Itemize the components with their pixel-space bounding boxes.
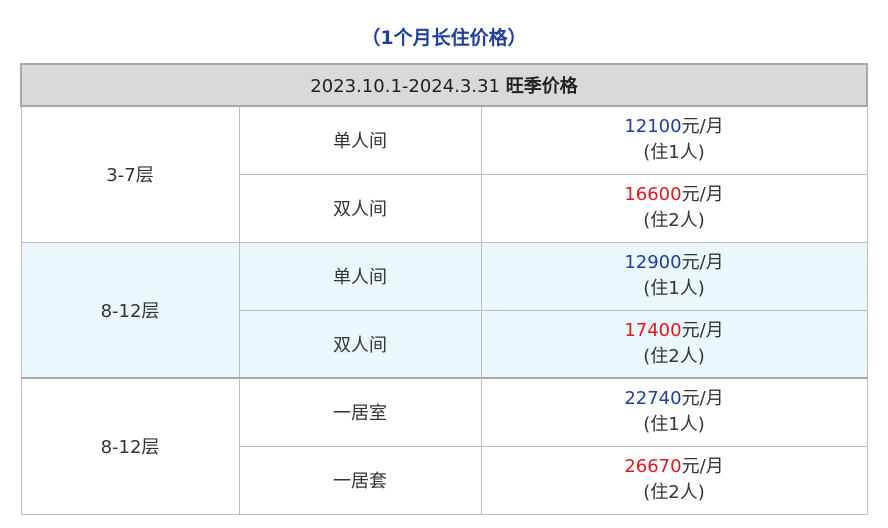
season-period: 2023.10.1-2024.3.31	[310, 76, 500, 97]
price-value: 26670	[624, 456, 682, 477]
table-row: 8-12层 一居室 22740元/月 (住1人)	[20, 377, 868, 515]
price-line: 12100元/月	[482, 114, 867, 140]
season-label: 旺季价格	[505, 76, 578, 97]
room-type-cell: 一居室	[238, 377, 482, 447]
occupancy-label: (住1人)	[643, 414, 705, 436]
room-type-cell: 一居套	[238, 445, 482, 515]
price-unit: 元/月	[681, 116, 724, 138]
price-unit: 元/月	[681, 388, 724, 410]
price-line: 26670元/月	[482, 454, 867, 480]
table-row: 3-7层 单人间 12100元/月 (住1人)	[20, 105, 868, 243]
price-unit: 元/月	[681, 456, 724, 477]
floor-cell: 8-12层	[20, 241, 240, 379]
occupancy-label: (住2人)	[643, 482, 705, 503]
price-line: 17400元/月	[482, 318, 867, 344]
price-value: 16600	[624, 184, 682, 205]
price-value: 12900	[624, 252, 682, 273]
price-cell: 26670元/月 (住2人)	[480, 445, 868, 515]
occupancy-label: (住2人)	[643, 345, 705, 367]
price-unit: 元/月	[681, 184, 724, 205]
price-table: 2023.10.1-2024.3.31 旺季价格 3-7层 单人间 12100元…	[19, 63, 869, 515]
page-subtitle: （1个月长住价格）	[361, 27, 527, 49]
price-unit: 元/月	[681, 252, 724, 273]
table-row: 8-12层 单人间 12900元/月 (住1人)	[20, 241, 868, 379]
price-unit: 元/月	[681, 319, 724, 341]
price-cell: 12100元/月 (住1人)	[480, 105, 868, 175]
price-cell: 22740元/月 (住1人)	[480, 377, 868, 447]
floor-cell: 3-7层	[20, 105, 240, 243]
price-line: 16600元/月	[482, 182, 867, 208]
price-cell: 12900元/月 (住1人)	[480, 241, 868, 311]
room-type-cell: 单人间	[238, 241, 482, 311]
price-value: 17400	[624, 319, 682, 341]
price-value: 12100	[624, 116, 682, 138]
table-header: 2023.10.1-2024.3.31 旺季价格	[19, 63, 869, 107]
room-type-cell: 单人间	[238, 105, 482, 175]
price-cell: 17400元/月 (住2人)	[480, 309, 868, 379]
occupancy-label: (住1人)	[643, 142, 705, 164]
room-type-cell: 双人间	[238, 309, 482, 379]
price-cell: 16600元/月 (住2人)	[480, 173, 868, 243]
price-line: 12900元/月	[482, 250, 867, 276]
table-header-row: 2023.10.1-2024.3.31 旺季价格	[19, 63, 869, 107]
room-type-cell: 双人间	[238, 173, 482, 243]
price-line: 22740元/月	[482, 386, 867, 412]
occupancy-label: (住1人)	[643, 278, 705, 299]
price-value: 22740	[624, 388, 682, 410]
occupancy-label: (住2人)	[643, 210, 705, 231]
floor-cell: 8-12层	[20, 377, 240, 515]
